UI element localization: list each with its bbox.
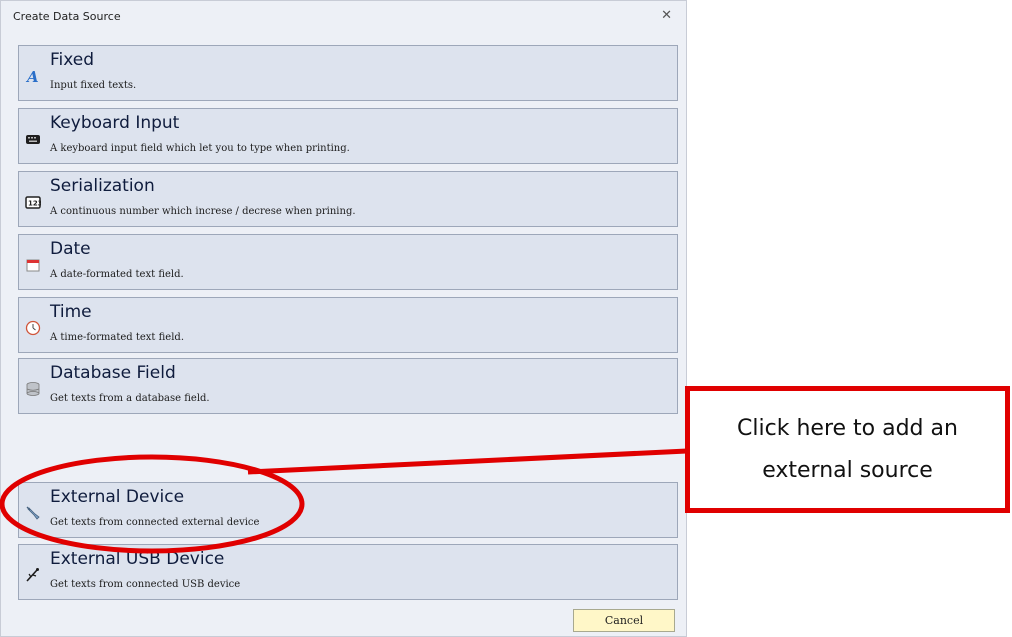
dialog-titlebar: Create Data Source ✕ — [1, 1, 686, 35]
annotation-line-1: Click here to add an — [737, 415, 958, 441]
keyboard-icon — [25, 131, 41, 147]
svg-text:123: 123 — [28, 200, 41, 208]
usb-icon — [25, 567, 41, 583]
option-title: Database Field — [50, 363, 176, 383]
option-description: A time-formated text field. — [50, 332, 184, 343]
option-title: Date — [50, 239, 91, 259]
option-description: Input fixed texts. — [50, 80, 137, 91]
option-external-usb-device[interactable]: External USB Device Get texts from conne… — [18, 544, 678, 600]
annotation-callout: Click here to add an external source — [685, 386, 1010, 513]
option-time[interactable]: Time A time-formated text field. — [18, 297, 678, 353]
svg-text:A: A — [25, 68, 39, 84]
option-title: Serialization — [50, 176, 155, 196]
option-description: A date-formated text field. — [50, 269, 184, 280]
create-data-source-dialog: Create Data Source ✕ A Fixed Input fixed… — [0, 0, 687, 637]
option-title: Fixed — [50, 50, 95, 70]
option-description: Get texts from a database field. — [50, 393, 210, 404]
option-description: Get texts from connected external device — [50, 517, 260, 528]
option-description: Get texts from connected USB device — [50, 579, 241, 590]
option-title: External USB Device — [50, 549, 225, 569]
external-device-icon — [25, 505, 41, 521]
option-keyboard-input[interactable]: Keyboard Input A keyboard input field wh… — [18, 108, 678, 164]
option-title: Time — [50, 302, 92, 322]
annotation-line-2: external source — [762, 457, 933, 483]
option-title: External Device — [50, 487, 185, 507]
option-fixed[interactable]: A Fixed Input fixed texts. — [18, 45, 678, 101]
close-icon[interactable]: ✕ — [661, 8, 672, 23]
serial-number-icon: 123 — [25, 194, 41, 210]
clock-icon — [25, 320, 41, 336]
calendar-icon — [25, 257, 41, 273]
option-description: A keyboard input field which let you to … — [50, 143, 350, 154]
option-description: A continuous number which increse / decr… — [50, 206, 356, 217]
letter-a-icon: A — [25, 68, 41, 84]
option-database-field[interactable]: Database Field Get texts from a database… — [18, 358, 678, 414]
page: Create Data Source ✕ A Fixed Input fixed… — [0, 0, 1012, 637]
option-title: Keyboard Input — [50, 113, 180, 133]
option-external-device[interactable]: External Device Get texts from connected… — [18, 482, 678, 538]
cancel-button[interactable]: Cancel — [573, 609, 675, 632]
database-icon — [25, 381, 41, 397]
dialog-title: Create Data Source — [13, 10, 121, 23]
option-serialization[interactable]: 123 Serialization A continuous number wh… — [18, 171, 678, 227]
option-date[interactable]: Date A date-formated text field. — [18, 234, 678, 290]
